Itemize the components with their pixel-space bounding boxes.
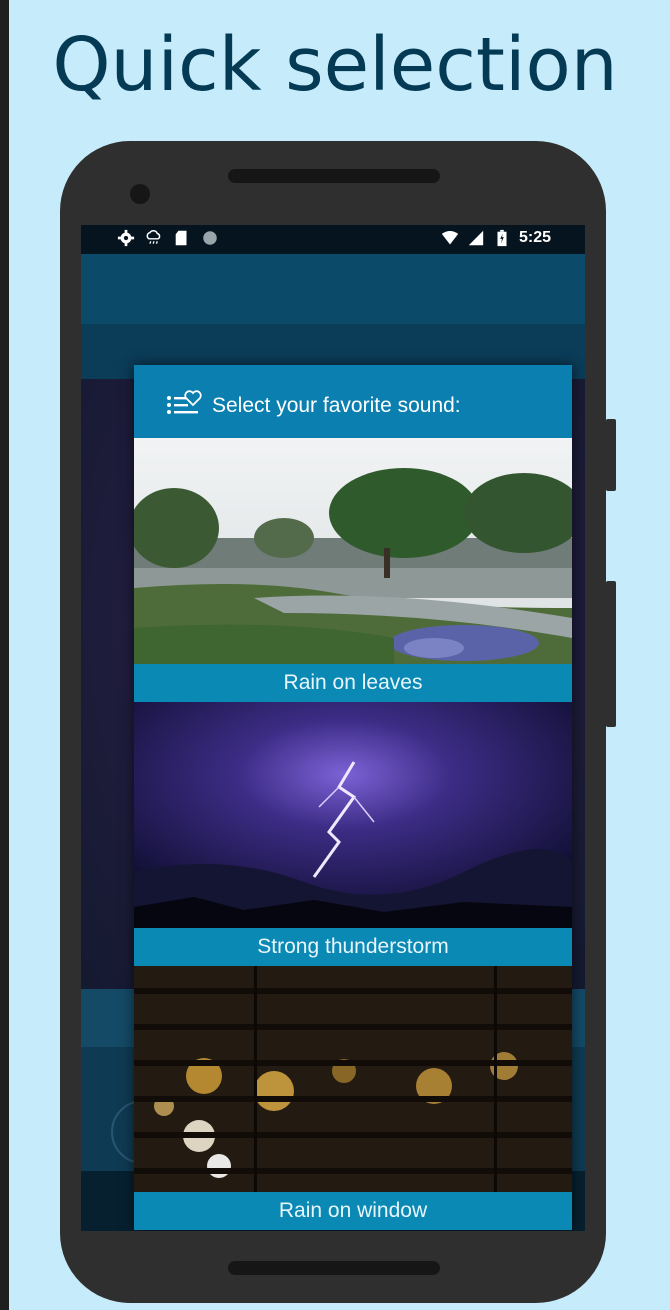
sound-label: Strong thunderstorm: [134, 928, 572, 966]
thunderstorm-image: [134, 702, 572, 928]
rain-on-leaves-image: [134, 438, 572, 664]
app-bar: [81, 254, 585, 324]
volume-button: [606, 581, 616, 727]
status-bar: 5:25: [81, 225, 585, 254]
bottom-speaker: [228, 1261, 440, 1275]
phone-screen: 5:25 Select your favorite sound: Rain on…: [81, 225, 585, 1231]
phone-frame: 5:25 Select your favorite sound: Rain on…: [60, 141, 616, 1303]
signal-icon: [468, 230, 484, 246]
favorite-list-icon: [167, 390, 202, 414]
sound-card-rain-on-leaves[interactable]: Rain on leaves: [134, 438, 572, 702]
top-speaker: [228, 169, 440, 183]
dialog-header: Select your favorite sound:: [134, 365, 572, 438]
sd-card-icon: [175, 230, 187, 246]
power-button: [606, 419, 616, 491]
wifi-icon: [441, 231, 459, 245]
weather-icon: [146, 230, 161, 244]
circle-icon: [203, 231, 217, 245]
battery-icon: [497, 229, 507, 247]
settings-icon: [117, 229, 135, 247]
headline: Quick selection: [52, 22, 618, 108]
dialog-title: Select your favorite sound:: [212, 394, 461, 417]
sound-label: Rain on leaves: [134, 664, 572, 702]
left-edge-strip: [0, 0, 9, 1310]
front-camera: [130, 184, 150, 204]
sound-card-strong-thunderstorm[interactable]: Strong thunderstorm: [134, 702, 572, 966]
sound-label: Rain on window: [134, 1192, 572, 1230]
rain-on-window-image: [134, 966, 572, 1192]
sound-card-rain-on-window[interactable]: Rain on window: [134, 966, 572, 1230]
status-time: 5:25: [518, 229, 551, 246]
sound-selection-dialog: Select your favorite sound: Rain on leav…: [134, 365, 572, 1230]
